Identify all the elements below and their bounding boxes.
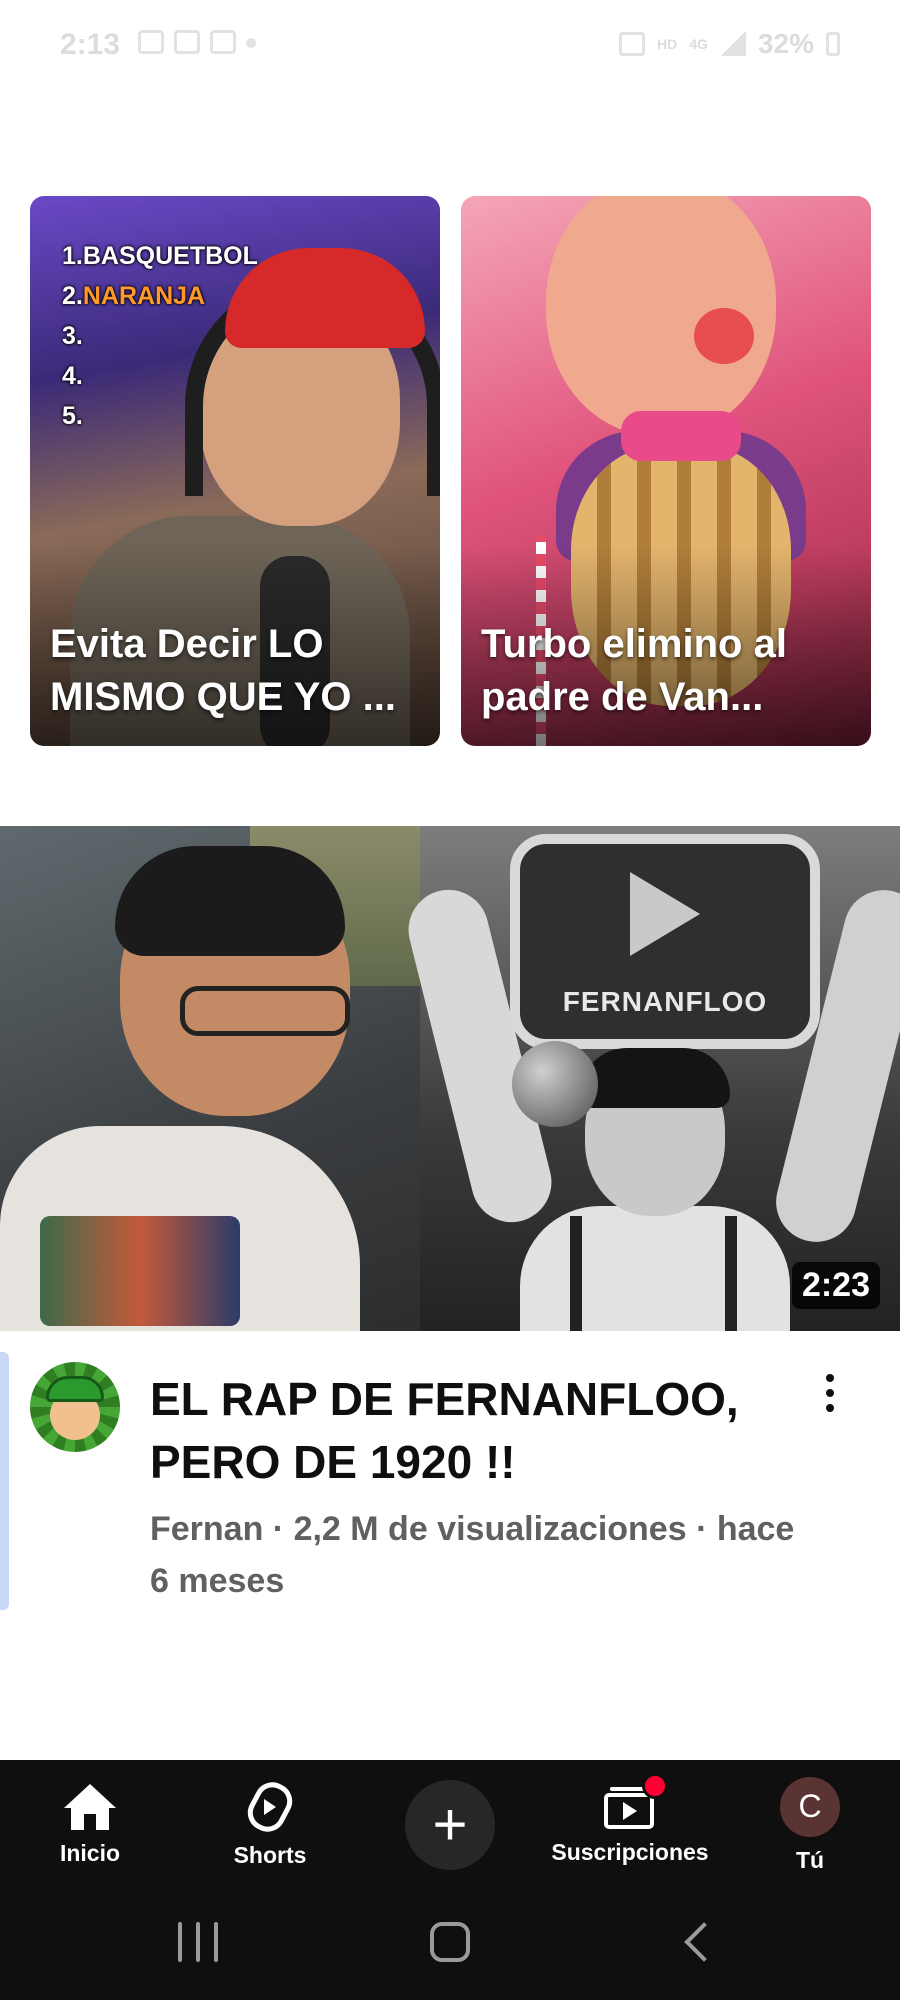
notification-dot-icon [642, 1772, 668, 1799]
recents-icon[interactable] [178, 1922, 218, 1962]
network-type: 4G [689, 36, 708, 52]
gallery-icon [210, 30, 236, 54]
thumbnail-figure-hair [580, 1048, 730, 1108]
list-number: 4. [62, 362, 83, 390]
status-bar: 2:13 HD 4G 32% [0, 0, 900, 90]
key-icon [619, 32, 646, 56]
more-options-button[interactable] [808, 1368, 852, 1418]
channel-avatar[interactable] [30, 1362, 120, 1452]
glasses-graphic [180, 986, 350, 1036]
status-right: HD 4G 32% [619, 28, 840, 60]
list-word: NARANJA [82, 282, 206, 310]
nav-subscriptions-label: Suscripciones [551, 1838, 709, 1865]
short-title: Turbo elimino al padre de Van... [481, 622, 787, 719]
left-accent-bar [0, 1352, 9, 1610]
suspender-graphic [725, 1216, 737, 1331]
nav-home-label: Inicio [59, 1839, 121, 1866]
user-avatar: C [780, 1776, 840, 1837]
thumbnail-list-overlay: 1.BASQUETBOL 2.NARANJA 3. 4. 5. [62, 236, 272, 436]
plaque-text: FERNANFLOO [562, 986, 768, 1017]
nav-home[interactable]: Inicio [40, 1760, 140, 1890]
list-number: 3. [62, 322, 83, 350]
cast-icon [174, 30, 200, 54]
subscriptions-icon [604, 1772, 668, 1829]
list-number: 5. [62, 402, 83, 430]
screenshot-icon [138, 30, 164, 54]
nav-create[interactable]: + [405, 1760, 495, 1890]
system-home-icon[interactable] [430, 1922, 470, 1962]
short-card[interactable]: Turbo elimino al padre de Van... [461, 196, 871, 746]
hd-indicator: HD [657, 36, 678, 52]
short-card[interactable]: 1.BASQUETBOL 2.NARANJA 3. 4. 5. Evita De… [30, 196, 440, 746]
list-number: 2. [62, 282, 83, 310]
more-dot-icon [826, 1389, 834, 1397]
home-icon [64, 1783, 116, 1830]
status-time: 2:13 [60, 28, 121, 61]
character-nose-graphic [694, 308, 754, 364]
video-title[interactable]: EL RAP DE FERNANFLOO, PERO DE 1920 !! [150, 1368, 790, 1494]
nav-you-label: Tú [795, 1846, 825, 1873]
back-icon[interactable] [684, 1922, 724, 1962]
battery-icon [826, 32, 840, 56]
duration-badge: 2:23 [791, 1262, 880, 1309]
shorts-shelf: 1.BASQUETBOL 2.NARANJA 3. 4. 5. Evita De… [30, 196, 872, 746]
list-word: BASQUETBOL [82, 242, 258, 270]
list-number: 1. [62, 242, 83, 270]
more-dot-icon [826, 1374, 834, 1382]
ball-graphic [512, 1041, 598, 1127]
shorts-icon [241, 1775, 299, 1838]
play-icon [630, 872, 700, 956]
nav-you[interactable]: C Tú [760, 1760, 860, 1890]
video-thumbnail[interactable]: FERNANFLOO 2:23 [0, 826, 900, 1331]
shirt-print-graphic [40, 1216, 240, 1326]
status-notification-icons [138, 30, 256, 54]
suspender-graphic [570, 1216, 582, 1331]
thumbnail-figure [520, 1206, 790, 1331]
avatar-cap-graphic [46, 1376, 104, 1402]
more-dot-icon [826, 1404, 834, 1412]
nav-subscriptions[interactable]: Suscripciones [540, 1760, 720, 1890]
system-navigation-bar [0, 1890, 900, 2000]
video-meta: Fernan · 2,2 M de visualizaciones · hace… [150, 1510, 795, 1600]
nav-shorts-label: Shorts [233, 1841, 307, 1868]
nav-shorts[interactable]: Shorts [210, 1760, 330, 1890]
more-notifications-icon [246, 38, 256, 48]
plus-icon: + [405, 1780, 495, 1870]
bowtie-graphic [621, 411, 741, 461]
bottom-navigation: Inicio Shorts + Suscripciones C Tú [0, 1760, 900, 1890]
signal-icon [719, 32, 746, 56]
thumbnail-figure-hair [115, 846, 345, 956]
short-title: Evita Decir LO MISMO QUE YO ... [50, 622, 396, 719]
battery-level: 32% [757, 28, 814, 59]
